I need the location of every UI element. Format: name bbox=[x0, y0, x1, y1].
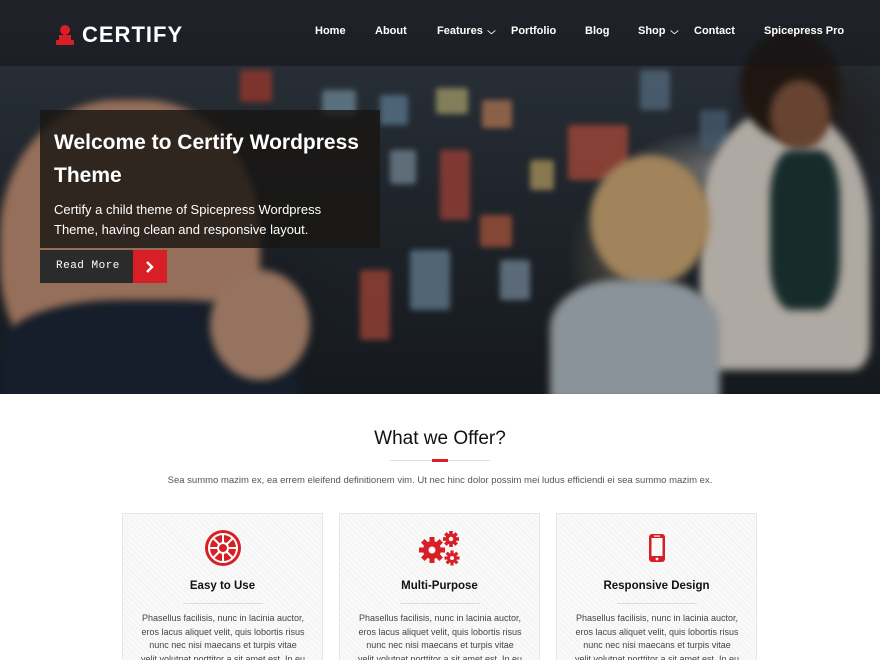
section-subtitle: Sea summo mazim ex, ea errem eleifend de… bbox=[167, 475, 713, 486]
section-divider-accent bbox=[432, 459, 448, 462]
nav-item-spicepress-pro[interactable]: Spicepress Pro bbox=[764, 25, 844, 37]
service-card: Easy to Use Phasellus facilisis, nunc in… bbox=[122, 513, 323, 660]
card-divider bbox=[617, 603, 697, 604]
card-text: Phasellus facilisis, nunc in lacinia auc… bbox=[574, 613, 740, 660]
card-title: Easy to Use bbox=[189, 580, 256, 592]
slide-description: Certify a child theme of Spicepress Word… bbox=[54, 202, 322, 237]
slide-caption: Welcome to Certify Wordpress Theme Certi… bbox=[40, 110, 380, 248]
nav-item-shop[interactable]: Shop ⌵ bbox=[638, 25, 679, 37]
card-title: Multi-Purpose bbox=[401, 580, 478, 592]
gears-icon bbox=[340, 528, 539, 568]
card-divider bbox=[400, 603, 480, 604]
card-text: Phasellus facilisis, nunc in lacinia auc… bbox=[357, 613, 523, 660]
mobile-icon bbox=[557, 528, 756, 568]
nav-item-contact[interactable]: Contact bbox=[694, 25, 735, 37]
nav-item-portfolio[interactable]: Portfolio bbox=[511, 25, 556, 37]
chevron-down-icon: ⌵ bbox=[487, 25, 496, 36]
card-title: Responsive Design bbox=[603, 580, 710, 592]
nav-item-blog[interactable]: Blog bbox=[585, 25, 609, 37]
service-card: Multi-Purpose Phasellus facilisis, nunc … bbox=[339, 513, 540, 660]
primary-menu: Home About Features ⌵ Portfolio Blog Shop… bbox=[0, 0, 880, 66]
read-more-button[interactable]: Read More bbox=[40, 250, 167, 283]
main-navbar: CERTIFY Home About Features ⌵ Portfolio B… bbox=[0, 0, 880, 66]
card-text: Phasellus facilisis, nunc in lacinia auc… bbox=[140, 613, 306, 660]
read-more-label: Read More bbox=[56, 260, 120, 272]
card-divider bbox=[183, 603, 263, 604]
nav-item-features[interactable]: Features ⌵ bbox=[437, 25, 495, 37]
slide-title: Welcome to Certify Wordpress Theme bbox=[54, 131, 359, 187]
chevron-right-icon bbox=[133, 250, 167, 283]
chevron-down-icon: ⌵ bbox=[669, 25, 679, 36]
service-card: Responsive Design Phasellus facilisis, n… bbox=[556, 513, 757, 660]
empire-icon bbox=[123, 528, 322, 568]
nav-item-about[interactable]: About bbox=[375, 25, 407, 37]
nav-item-home[interactable]: Home bbox=[315, 25, 346, 37]
section-title: What we Offer? bbox=[374, 428, 506, 449]
